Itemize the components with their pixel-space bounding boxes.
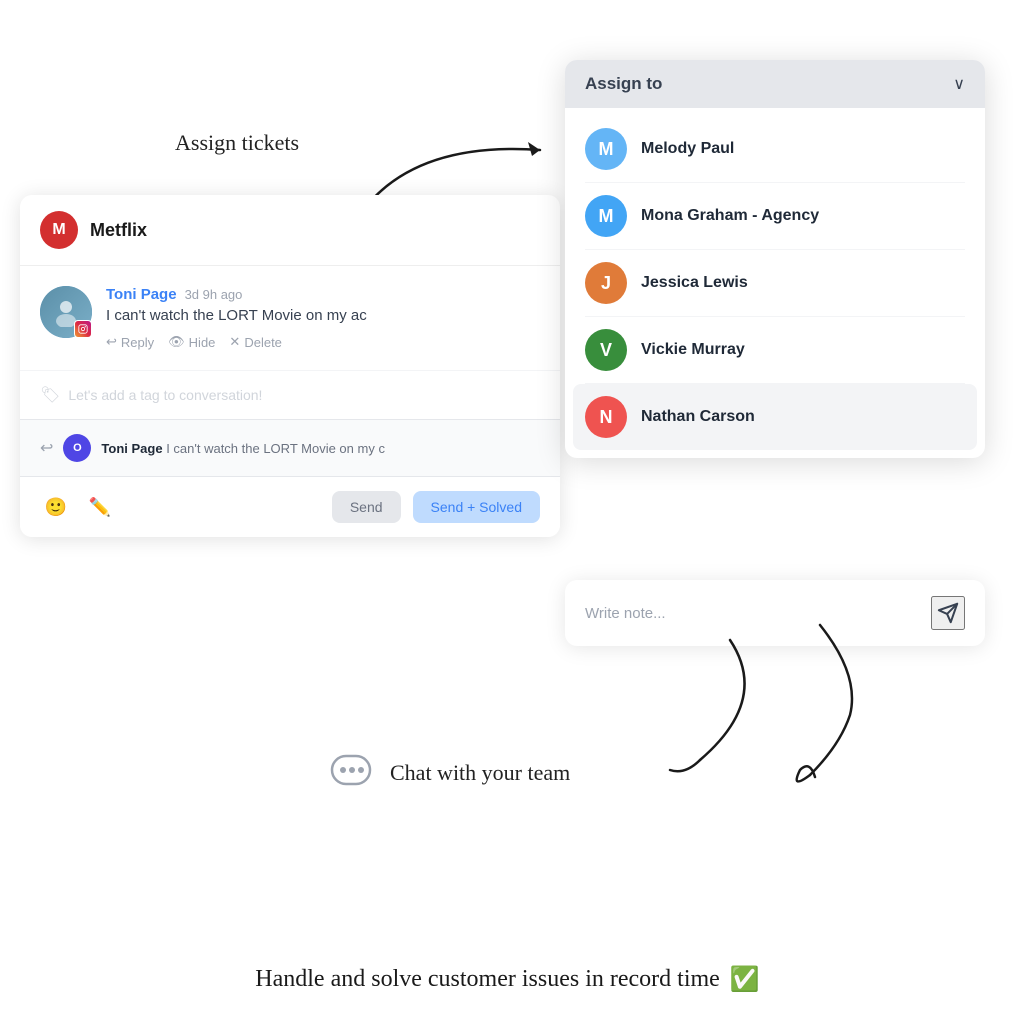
checkmark-icon: ✅ — [730, 965, 760, 994]
assign-item[interactable]: M Mona Graham - Agency — [565, 183, 985, 249]
company-name: Metflix — [90, 220, 147, 241]
assign-tickets-annotation: Assign tickets — [175, 130, 299, 156]
chat-arrow — [750, 615, 880, 800]
bottom-bar: 🙂 ✏️ Send Send + Solved — [20, 476, 560, 537]
bottom-text: Handle and solve customer issues in reco… — [255, 966, 720, 993]
send-solved-button[interactable]: Send + Solved — [413, 491, 540, 523]
tag-placeholder: Let's add a tag to conversation! — [68, 387, 262, 403]
reply-icon: ↩ — [106, 334, 117, 350]
reply-label: Reply — [121, 335, 154, 350]
assign-item[interactable]: V Vickie Murray — [565, 317, 985, 383]
agent-avatar: M — [585, 128, 627, 170]
agent-name: Nathan Carson — [641, 408, 755, 426]
agent-avatar: M — [585, 195, 627, 237]
instagram-badge — [74, 320, 92, 338]
edit-icon: ✏️ — [89, 497, 111, 518]
emoji-icon: 🙂 — [45, 497, 67, 518]
delete-button[interactable]: ✕ Delete — [229, 334, 281, 350]
hide-icon: 👁 — [168, 334, 185, 350]
reply-text-content: I can't watch the LORT Movie on my c — [166, 441, 385, 456]
reply-button[interactable]: ↩ Reply — [106, 334, 154, 350]
assign-item-selected[interactable]: N Nathan Carson — [573, 384, 977, 450]
tag-area: 🏷 Let's add a tag to conversation! — [20, 370, 560, 419]
chat-header: M Metflix — [20, 195, 560, 266]
reply-author: Toni Page — [101, 441, 162, 456]
edit-button[interactable]: ✏️ — [84, 491, 116, 523]
message-content: Toni Page 3d 9h ago I can't watch the LO… — [106, 286, 540, 350]
message-text: I can't watch the LORT Movie on my ac — [106, 307, 540, 324]
agent-avatar: N — [585, 396, 627, 438]
chat-panel: M Metflix Toni Page 3d 9h ago I can't — [20, 195, 560, 537]
message-area: Toni Page 3d 9h ago I can't watch the LO… — [20, 266, 560, 370]
delete-icon: ✕ — [229, 334, 240, 350]
reply-bar: ↩ O Toni Page I can't watch the LORT Mov… — [20, 419, 560, 476]
hide-button[interactable]: 👁 Hide — [168, 334, 215, 350]
agent-name: Jessica Lewis — [641, 274, 748, 292]
assign-header-title: Assign to — [585, 74, 662, 94]
company-avatar: M — [40, 211, 78, 249]
message-avatar — [40, 286, 92, 338]
agent-avatar: J — [585, 262, 627, 304]
chevron-down-icon[interactable]: ∨ — [953, 74, 965, 94]
chat-bubble-icon — [330, 752, 374, 805]
agent-name: Vickie Murray — [641, 341, 745, 359]
chat-team-annotation: Chat with your team — [390, 760, 570, 786]
message-author-row: Toni Page 3d 9h ago — [106, 286, 540, 303]
message-row: Toni Page 3d 9h ago I can't watch the LO… — [40, 286, 540, 350]
bottom-annotation: Handle and solve customer issues in reco… — [255, 965, 759, 994]
agent-name: Mona Graham - Agency — [641, 207, 819, 225]
assign-list: M Melody Paul M Mona Graham - Agency J J… — [565, 108, 985, 458]
agent-name: Melody Paul — [641, 140, 734, 158]
reply-preview: Toni Page I can't watch the LORT Movie o… — [101, 441, 540, 456]
reply-avatar: O — [63, 434, 91, 462]
message-actions: ↩ Reply 👁 Hide ✕ Delete — [106, 334, 540, 350]
emoji-button[interactable]: 🙂 — [40, 491, 72, 523]
send-note-button[interactable] — [931, 596, 965, 630]
assign-item[interactable]: M Melody Paul — [565, 116, 985, 182]
assign-item[interactable]: J Jessica Lewis — [565, 250, 985, 316]
delete-label: Delete — [244, 335, 282, 350]
send-button[interactable]: Send — [332, 491, 401, 523]
assign-header: Assign to ∨ — [565, 60, 985, 108]
reply-arrow-icon: ↩ — [40, 438, 53, 458]
agent-avatar: V — [585, 329, 627, 371]
speech-bubble-icon — [330, 752, 374, 796]
hide-label: Hide — [189, 335, 216, 350]
message-time: 3d 9h ago — [185, 287, 243, 302]
write-note-placeholder: Write note... — [585, 605, 666, 622]
message-author: Toni Page — [106, 286, 177, 303]
send-icon — [937, 602, 959, 624]
assign-dropdown: Assign to ∨ M Melody Paul M Mona Graham … — [565, 60, 985, 458]
tag-icon: 🏷 — [40, 385, 60, 405]
